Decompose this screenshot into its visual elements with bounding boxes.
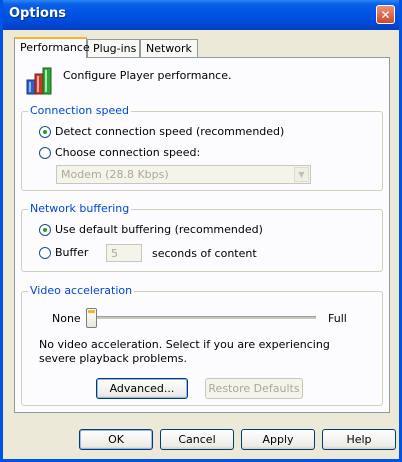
tab-plug-ins-label: Plug-ins bbox=[93, 42, 137, 55]
performance-panel: Configure Player performance. Connection… bbox=[14, 57, 390, 413]
choose-speed-radio-button[interactable] bbox=[39, 146, 51, 159]
buffer-suffix: seconds of content bbox=[152, 247, 257, 260]
detect-speed-radio[interactable]: Detect connection speed (recommended) bbox=[39, 125, 284, 138]
advanced-button-label: Advanced... bbox=[109, 382, 175, 395]
ok-button[interactable]: OK bbox=[79, 429, 153, 450]
tab-performance[interactable]: Performance bbox=[14, 37, 90, 58]
title-bar[interactable]: Options ✕ bbox=[3, 0, 399, 30]
help-button-label: Help bbox=[346, 433, 372, 446]
tab-network[interactable]: Network bbox=[140, 39, 198, 57]
help-button[interactable]: Help bbox=[322, 429, 396, 450]
apply-button-label: Apply bbox=[262, 433, 294, 446]
cancel-button[interactable]: Cancel bbox=[160, 429, 234, 450]
ok-button-label: OK bbox=[108, 433, 124, 446]
default-buffering-radio-button[interactable] bbox=[39, 223, 51, 236]
connection-speed-legend: Connection speed bbox=[28, 104, 131, 117]
detect-speed-label: Detect connection speed (recommended) bbox=[55, 125, 285, 138]
slider-min-label: None bbox=[52, 312, 81, 325]
buffer-seconds-input[interactable]: 5 bbox=[106, 244, 142, 262]
close-button[interactable]: ✕ bbox=[376, 5, 395, 24]
performance-bars-icon bbox=[26, 67, 52, 95]
default-buffering-radio[interactable]: Use default buffering (recommended) bbox=[39, 223, 263, 236]
choose-speed-label: Choose connection speed: bbox=[55, 146, 201, 159]
options-dialog: Options ✕ Performance Plug-ins Network C… bbox=[0, 0, 402, 462]
video-acceleration-legend: Video acceleration bbox=[28, 284, 135, 297]
network-buffering-group: Network buffering Use default buffering … bbox=[21, 202, 383, 272]
video-acceleration-group: Video acceleration None Full No video ac… bbox=[21, 284, 383, 406]
apply-button[interactable]: Apply bbox=[241, 429, 315, 450]
restore-defaults-label: Restore Defaults bbox=[208, 382, 300, 395]
cancel-button-label: Cancel bbox=[178, 433, 216, 446]
connection-speed-dropdown[interactable]: Modem (28.8 Kbps) ▼ bbox=[56, 165, 311, 184]
tab-performance-label: Performance bbox=[20, 41, 90, 54]
connection-speed-value: Modem (28.8 Kbps) bbox=[61, 168, 169, 181]
network-buffering-legend: Network buffering bbox=[28, 202, 132, 215]
acceleration-slider-track[interactable] bbox=[86, 316, 316, 320]
default-buffering-label: Use default buffering (recommended) bbox=[55, 223, 263, 236]
buffer-radio-button[interactable] bbox=[39, 246, 51, 259]
buffer-seconds-value: 5 bbox=[111, 247, 118, 260]
tab-plug-ins[interactable]: Plug-ins bbox=[87, 39, 140, 57]
buffer-radio[interactable]: Buffer bbox=[39, 246, 88, 259]
detect-speed-radio-button[interactable] bbox=[39, 125, 51, 138]
panel-description: Configure Player performance. bbox=[63, 69, 232, 82]
choose-speed-radio[interactable]: Choose connection speed: bbox=[39, 146, 200, 159]
restore-defaults-button[interactable]: Restore Defaults bbox=[205, 378, 303, 399]
tab-network-label: Network bbox=[146, 42, 192, 55]
close-icon: ✕ bbox=[380, 7, 391, 22]
window-title: Options bbox=[9, 6, 66, 21]
advanced-button[interactable]: Advanced... bbox=[96, 378, 188, 399]
acceleration-slider-thumb[interactable] bbox=[86, 308, 97, 328]
slider-max-label: Full bbox=[328, 312, 347, 325]
connection-speed-group: Connection speed Detect connection speed… bbox=[21, 104, 383, 191]
chevron-down-icon[interactable]: ▼ bbox=[294, 167, 309, 182]
acceleration-description: No video acceleration. Select if you are… bbox=[39, 338, 330, 365]
buffer-label: Buffer bbox=[55, 246, 89, 259]
